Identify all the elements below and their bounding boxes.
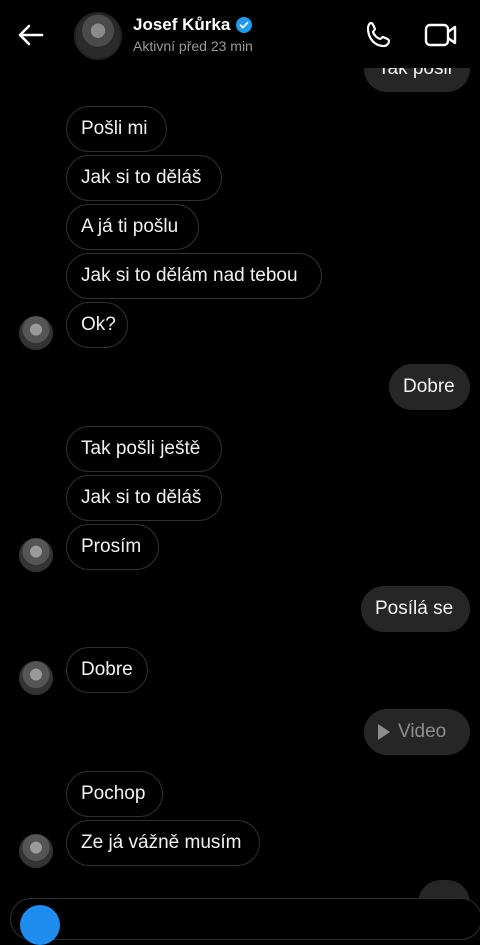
message-text: Ze já vážně musím <box>81 832 242 853</box>
message-bubble-incoming[interactable]: Jak si to děláš <box>66 155 222 201</box>
verified-badge-icon <box>236 17 253 33</box>
sender-avatar[interactable] <box>19 316 53 350</box>
message-bubble-incoming[interactable]: A já ti pošlu <box>66 204 199 250</box>
avatar[interactable] <box>74 12 122 60</box>
message-text: Posílá se <box>375 598 454 619</box>
camera-icon[interactable] <box>20 905 60 945</box>
message-composer[interactable] <box>10 898 480 940</box>
video-camera-icon[interactable] <box>424 20 458 50</box>
message-bubble-incoming[interactable]: Ok? <box>66 302 128 348</box>
message-bubble-incoming[interactable]: Tak pošli ještě <box>66 426 222 472</box>
message-text: Ok? <box>81 314 116 335</box>
active-status: Aktivní před 23 min <box>133 38 253 54</box>
message-text: Prosím <box>81 536 142 557</box>
message-text: A já ti pošlu <box>81 216 179 237</box>
message-text: Pošli mi <box>81 118 148 139</box>
arrow-left-icon[interactable] <box>14 18 48 52</box>
sender-avatar[interactable] <box>19 661 53 695</box>
message-text: Pochop <box>81 783 146 804</box>
sender-avatar[interactable] <box>19 538 53 572</box>
message-text: Jak si to dělám nad tebou <box>81 265 298 286</box>
phone-icon[interactable] <box>364 20 394 50</box>
message-bubble-incoming[interactable]: Jak si to děláš <box>66 475 222 521</box>
contact-name-text: Josef Kůrka <box>133 15 231 34</box>
message-bubble-incoming[interactable]: Prosím <box>66 524 159 570</box>
message-bubble-outgoing[interactable]: Posílá se <box>361 586 470 632</box>
message-bubble-incoming[interactable]: Ze já vážně musím <box>66 820 260 866</box>
message-bubble-incoming[interactable]: Pošli mi <box>66 106 167 152</box>
message-text: Dobre <box>81 659 133 680</box>
message-text: Jak si to děláš <box>81 487 202 508</box>
message-text: Jak si to děláš <box>81 167 202 188</box>
message-text: Tak pošli ještě <box>81 438 201 459</box>
message-bubble-incoming[interactable]: Dobre <box>66 647 148 693</box>
message-text: Dobre <box>403 376 455 397</box>
contact-name[interactable]: Josef Kůrka <box>133 15 253 35</box>
play-icon <box>378 724 390 740</box>
chat-header: Josef Kůrka Aktivní před 23 min <box>0 0 480 68</box>
video-label: Video <box>398 721 447 742</box>
message-bubble-incoming[interactable]: Pochop <box>66 771 163 817</box>
message-bubble-outgoing[interactable]: Dobre <box>389 364 470 410</box>
message-bubble-incoming[interactable]: Jak si to dělám nad tebou <box>66 253 322 299</box>
video-message-bubble[interactable]: Video <box>364 709 470 755</box>
sender-avatar[interactable] <box>19 834 53 868</box>
